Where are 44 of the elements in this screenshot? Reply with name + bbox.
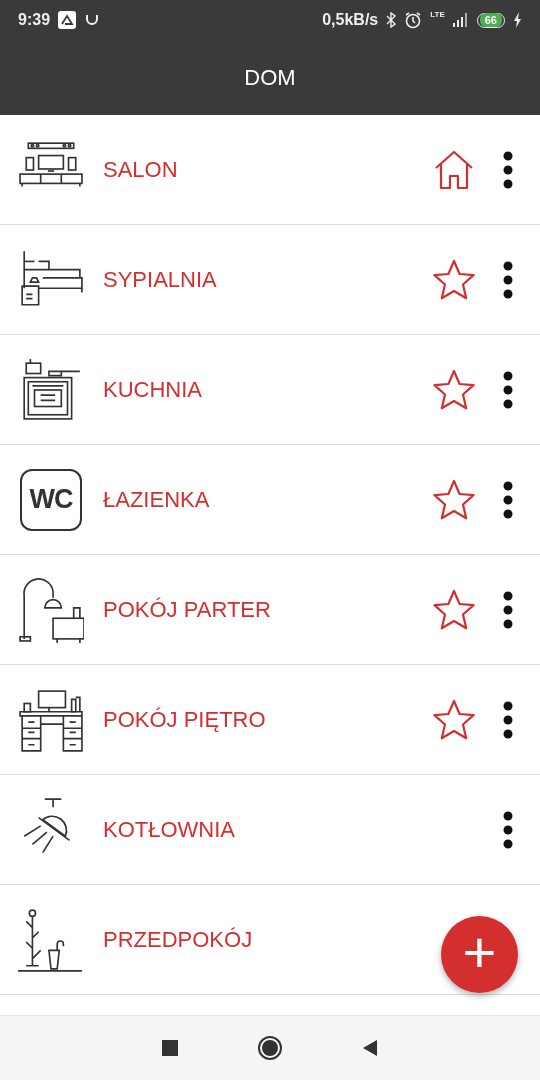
room-name: PRZEDPOKÓJ	[103, 926, 253, 954]
star-icon[interactable]	[432, 587, 476, 632]
star-icon[interactable]	[432, 477, 476, 522]
star-icon[interactable]	[432, 367, 476, 412]
signal-icon	[452, 13, 469, 27]
room-row[interactable]: WC ŁAZIENKA	[0, 445, 540, 555]
room-row[interactable]: KUCHNIA	[0, 335, 540, 445]
more-menu-icon[interactable]	[502, 150, 514, 189]
lamp-armchair-icon	[18, 576, 84, 643]
room-row[interactable]: POKÓJ PIĘTRO	[0, 665, 540, 775]
more-menu-icon[interactable]	[502, 370, 514, 409]
room-name: POKÓJ PARTER	[103, 596, 271, 624]
room-name: KUCHNIA	[103, 376, 202, 404]
more-menu-icon[interactable]	[502, 480, 514, 519]
app-notification-icon	[58, 11, 77, 29]
alarm-icon	[404, 11, 423, 29]
back-icon[interactable]	[361, 1039, 379, 1057]
star-icon[interactable]	[432, 257, 476, 302]
charging-icon	[513, 12, 522, 28]
more-menu-icon[interactable]	[502, 590, 514, 629]
room-row[interactable]: POKÓJ PARTER	[0, 555, 540, 665]
star-icon[interactable]	[432, 697, 476, 742]
wc-icon: WC	[20, 468, 82, 531]
clock-text: 9:39	[18, 10, 51, 30]
room-row[interactable]: SYPIALNIA	[0, 225, 540, 335]
screen-title: DOM	[244, 64, 296, 92]
room-row[interactable]: KOTŁOWNIA	[0, 775, 540, 885]
add-button[interactable]: +	[441, 916, 518, 993]
room-row[interactable]: SALON	[0, 115, 540, 225]
more-menu-icon[interactable]	[502, 260, 514, 299]
more-menu-icon[interactable]	[502, 810, 514, 849]
room-name: SYPIALNIA	[103, 266, 217, 294]
room-name: SALON	[103, 156, 178, 184]
room-name: ŁAZIENKA	[103, 486, 210, 514]
smile-icon	[84, 12, 101, 28]
network-speed-text: 0,5kB/s	[322, 10, 379, 30]
bluetooth-icon	[386, 12, 397, 28]
recents-icon[interactable]	[161, 1039, 179, 1057]
network-type-text: LTE	[430, 9, 445, 21]
coat-stand-icon	[18, 906, 84, 973]
room-name: POKÓJ PIĘTRO	[103, 706, 266, 734]
room-name: KOTŁOWNIA	[103, 816, 235, 844]
home-nav-icon[interactable]	[257, 1035, 283, 1061]
more-menu-icon[interactable]	[502, 700, 514, 739]
